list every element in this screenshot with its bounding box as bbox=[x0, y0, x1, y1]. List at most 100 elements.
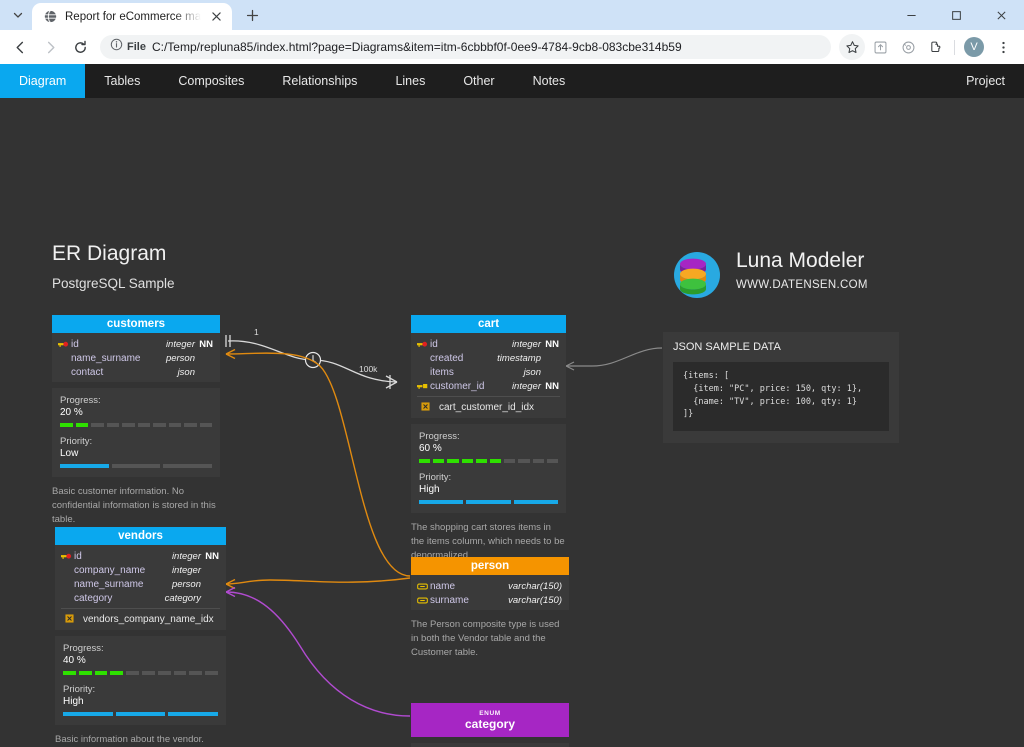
entity-category[interactable]: ENUM category Progress: 100 % Priority: … bbox=[411, 703, 569, 747]
attribute-row: created timestamp NN bbox=[411, 351, 566, 365]
entity-person-body: name varchar(150) surname varchar(150) bbox=[411, 575, 569, 610]
progress-value: 40 % bbox=[63, 655, 86, 666]
progress-label: Progress: bbox=[419, 431, 460, 442]
tab-composites[interactable]: Composites bbox=[159, 64, 263, 98]
attribute-notnull: NN bbox=[541, 353, 559, 364]
tab-notes[interactable]: Notes bbox=[514, 64, 585, 98]
omnibox-info: File bbox=[110, 38, 146, 56]
kebab-menu-icon[interactable] bbox=[990, 34, 1016, 60]
entity-customers[interactable]: customers id integer NN name_surname per… bbox=[52, 315, 220, 526]
priority-bar bbox=[419, 500, 558, 504]
tab-diagram[interactable]: Diagram bbox=[0, 64, 86, 98]
attribute-name: surname bbox=[430, 594, 469, 606]
browser-window: Report for eCommerce made i bbox=[0, 0, 1024, 747]
index-name: cart_customer_id_idx bbox=[439, 402, 535, 413]
share-icon[interactable] bbox=[867, 34, 893, 60]
attribute-name: name_surname bbox=[71, 352, 141, 364]
browser-tab[interactable]: Report for eCommerce made i bbox=[32, 3, 232, 30]
json-note-code: {items: [ {item: "PC", price: 150, qty: … bbox=[673, 362, 889, 431]
cardinality-label-many: 100k bbox=[359, 364, 378, 374]
primary-key-icon bbox=[61, 552, 74, 560]
attribute-notnull: NN bbox=[201, 565, 219, 576]
cardinality-label-one: 1 bbox=[254, 327, 259, 337]
relationship-note-cart bbox=[566, 347, 663, 367]
priority-bar bbox=[63, 712, 219, 716]
priority-label: Priority: bbox=[63, 684, 96, 695]
tab-other[interactable]: Other bbox=[444, 64, 513, 98]
json-sample-note[interactable]: JSON SAMPLE DATA {items: [ {item: "PC", … bbox=[663, 332, 899, 443]
priority-value: Low bbox=[60, 448, 79, 459]
forward-arrow-icon[interactable] bbox=[36, 33, 64, 61]
entity-vendors-body: id integer NN company_name integer NN na… bbox=[55, 545, 226, 630]
attribute-notnull: NN bbox=[545, 380, 559, 392]
address-bar[interactable]: File C:/Temp/repluna85/index.html?page=D… bbox=[100, 35, 831, 59]
maximize-icon[interactable] bbox=[934, 0, 979, 30]
relationship-person-vendors bbox=[225, 577, 411, 585]
attribute-name: created bbox=[430, 352, 464, 364]
tab-search-chevron-down-icon[interactable] bbox=[4, 1, 32, 29]
cardinality-many-marker bbox=[385, 375, 398, 389]
entity-vendors-metrics: Progress: 40 % Priority: High bbox=[55, 636, 226, 725]
cast-icon[interactable] bbox=[895, 34, 921, 60]
brand-block: Luna Modeler WWW.DATENSEN.COM bbox=[672, 249, 868, 300]
clock-hands-icon bbox=[312, 354, 317, 364]
entity-vendors[interactable]: vendors id integer NN company_name integ… bbox=[55, 527, 226, 747]
arrow-head-person-vendors bbox=[225, 578, 236, 590]
puzzle-icon[interactable] bbox=[923, 34, 949, 60]
back-arrow-icon[interactable] bbox=[6, 33, 34, 61]
attribute-row: id integer NN bbox=[411, 337, 566, 351]
attribute-type: person bbox=[165, 352, 195, 364]
entity-vendors-note: Basic information about the vendor. Conf… bbox=[55, 734, 204, 745]
tab-strip: Report for eCommerce made i bbox=[0, 0, 1024, 30]
app-nav-bar: Diagram Tables Composites Relationships … bbox=[0, 64, 1024, 98]
attribute-type: category bbox=[164, 592, 201, 604]
attribute-row: surname varchar(150) bbox=[411, 593, 569, 607]
window-close-icon[interactable] bbox=[979, 0, 1024, 30]
entity-cart-body: id integer NN created timestamp NN items… bbox=[411, 333, 566, 418]
attribute-type: integer bbox=[171, 550, 201, 562]
priority-value: High bbox=[63, 696, 84, 707]
index-divider bbox=[417, 396, 560, 397]
attribute-row: name varchar(150) bbox=[411, 579, 569, 593]
index-icon bbox=[65, 613, 74, 626]
reload-icon[interactable] bbox=[66, 33, 94, 61]
tab-close-icon[interactable] bbox=[208, 9, 224, 25]
tab-lines[interactable]: Lines bbox=[376, 64, 444, 98]
entity-person[interactable]: person name varchar(150) surname varchar… bbox=[411, 557, 569, 659]
entity-customers-metrics: Progress: 20 % Priority: Low bbox=[52, 388, 220, 477]
attribute-name: id bbox=[74, 550, 82, 562]
omnibox-url-text: C:/Temp/repluna85/index.html?page=Diagra… bbox=[151, 40, 682, 54]
attribute-name: items bbox=[430, 366, 454, 378]
progress-value: 60 % bbox=[419, 443, 442, 454]
minimize-icon[interactable] bbox=[889, 0, 934, 30]
entity-category-header: ENUM category bbox=[411, 703, 569, 737]
index-row: cart_customer_id_idx bbox=[411, 400, 566, 415]
tab-relationships[interactable]: Relationships bbox=[263, 64, 376, 98]
relationship-person-customers bbox=[225, 352, 411, 577]
browser-toolbar: File C:/Temp/repluna85/index.html?page=D… bbox=[0, 30, 1024, 64]
new-tab-button[interactable] bbox=[238, 1, 266, 29]
attribute-name: name_surname bbox=[74, 578, 144, 590]
attribute-name: id bbox=[71, 338, 79, 350]
attribute-row: contact json NN bbox=[52, 365, 220, 379]
brand-name: Luna Modeler bbox=[736, 249, 865, 272]
attribute-row: id integer NN bbox=[55, 549, 226, 563]
attribute-notnull: NN bbox=[199, 338, 213, 350]
page-subtitle: PostgreSQL Sample bbox=[52, 276, 175, 291]
tab-tables[interactable]: Tables bbox=[85, 64, 159, 98]
attribute-type: json bbox=[177, 366, 195, 378]
profile-avatar[interactable]: V bbox=[964, 37, 984, 57]
nav-project-link[interactable]: Project bbox=[947, 64, 1024, 98]
entity-person-note: The Person composite type is used in bot… bbox=[411, 619, 560, 658]
attribute-name: category bbox=[74, 592, 113, 604]
progress-value: 20 % bbox=[60, 407, 83, 418]
attribute-type: integer bbox=[511, 380, 541, 392]
attribute-type: integer bbox=[165, 338, 195, 350]
entity-cart[interactable]: cart id integer NN created timestamp NN bbox=[411, 315, 566, 562]
progress-label: Progress: bbox=[63, 643, 104, 654]
attribute-name: company_name bbox=[74, 564, 146, 576]
entity-customers-body: id integer NN name_surname person NN con… bbox=[52, 333, 220, 382]
attribute-type: integer bbox=[171, 564, 201, 576]
star-icon[interactable] bbox=[839, 34, 865, 60]
